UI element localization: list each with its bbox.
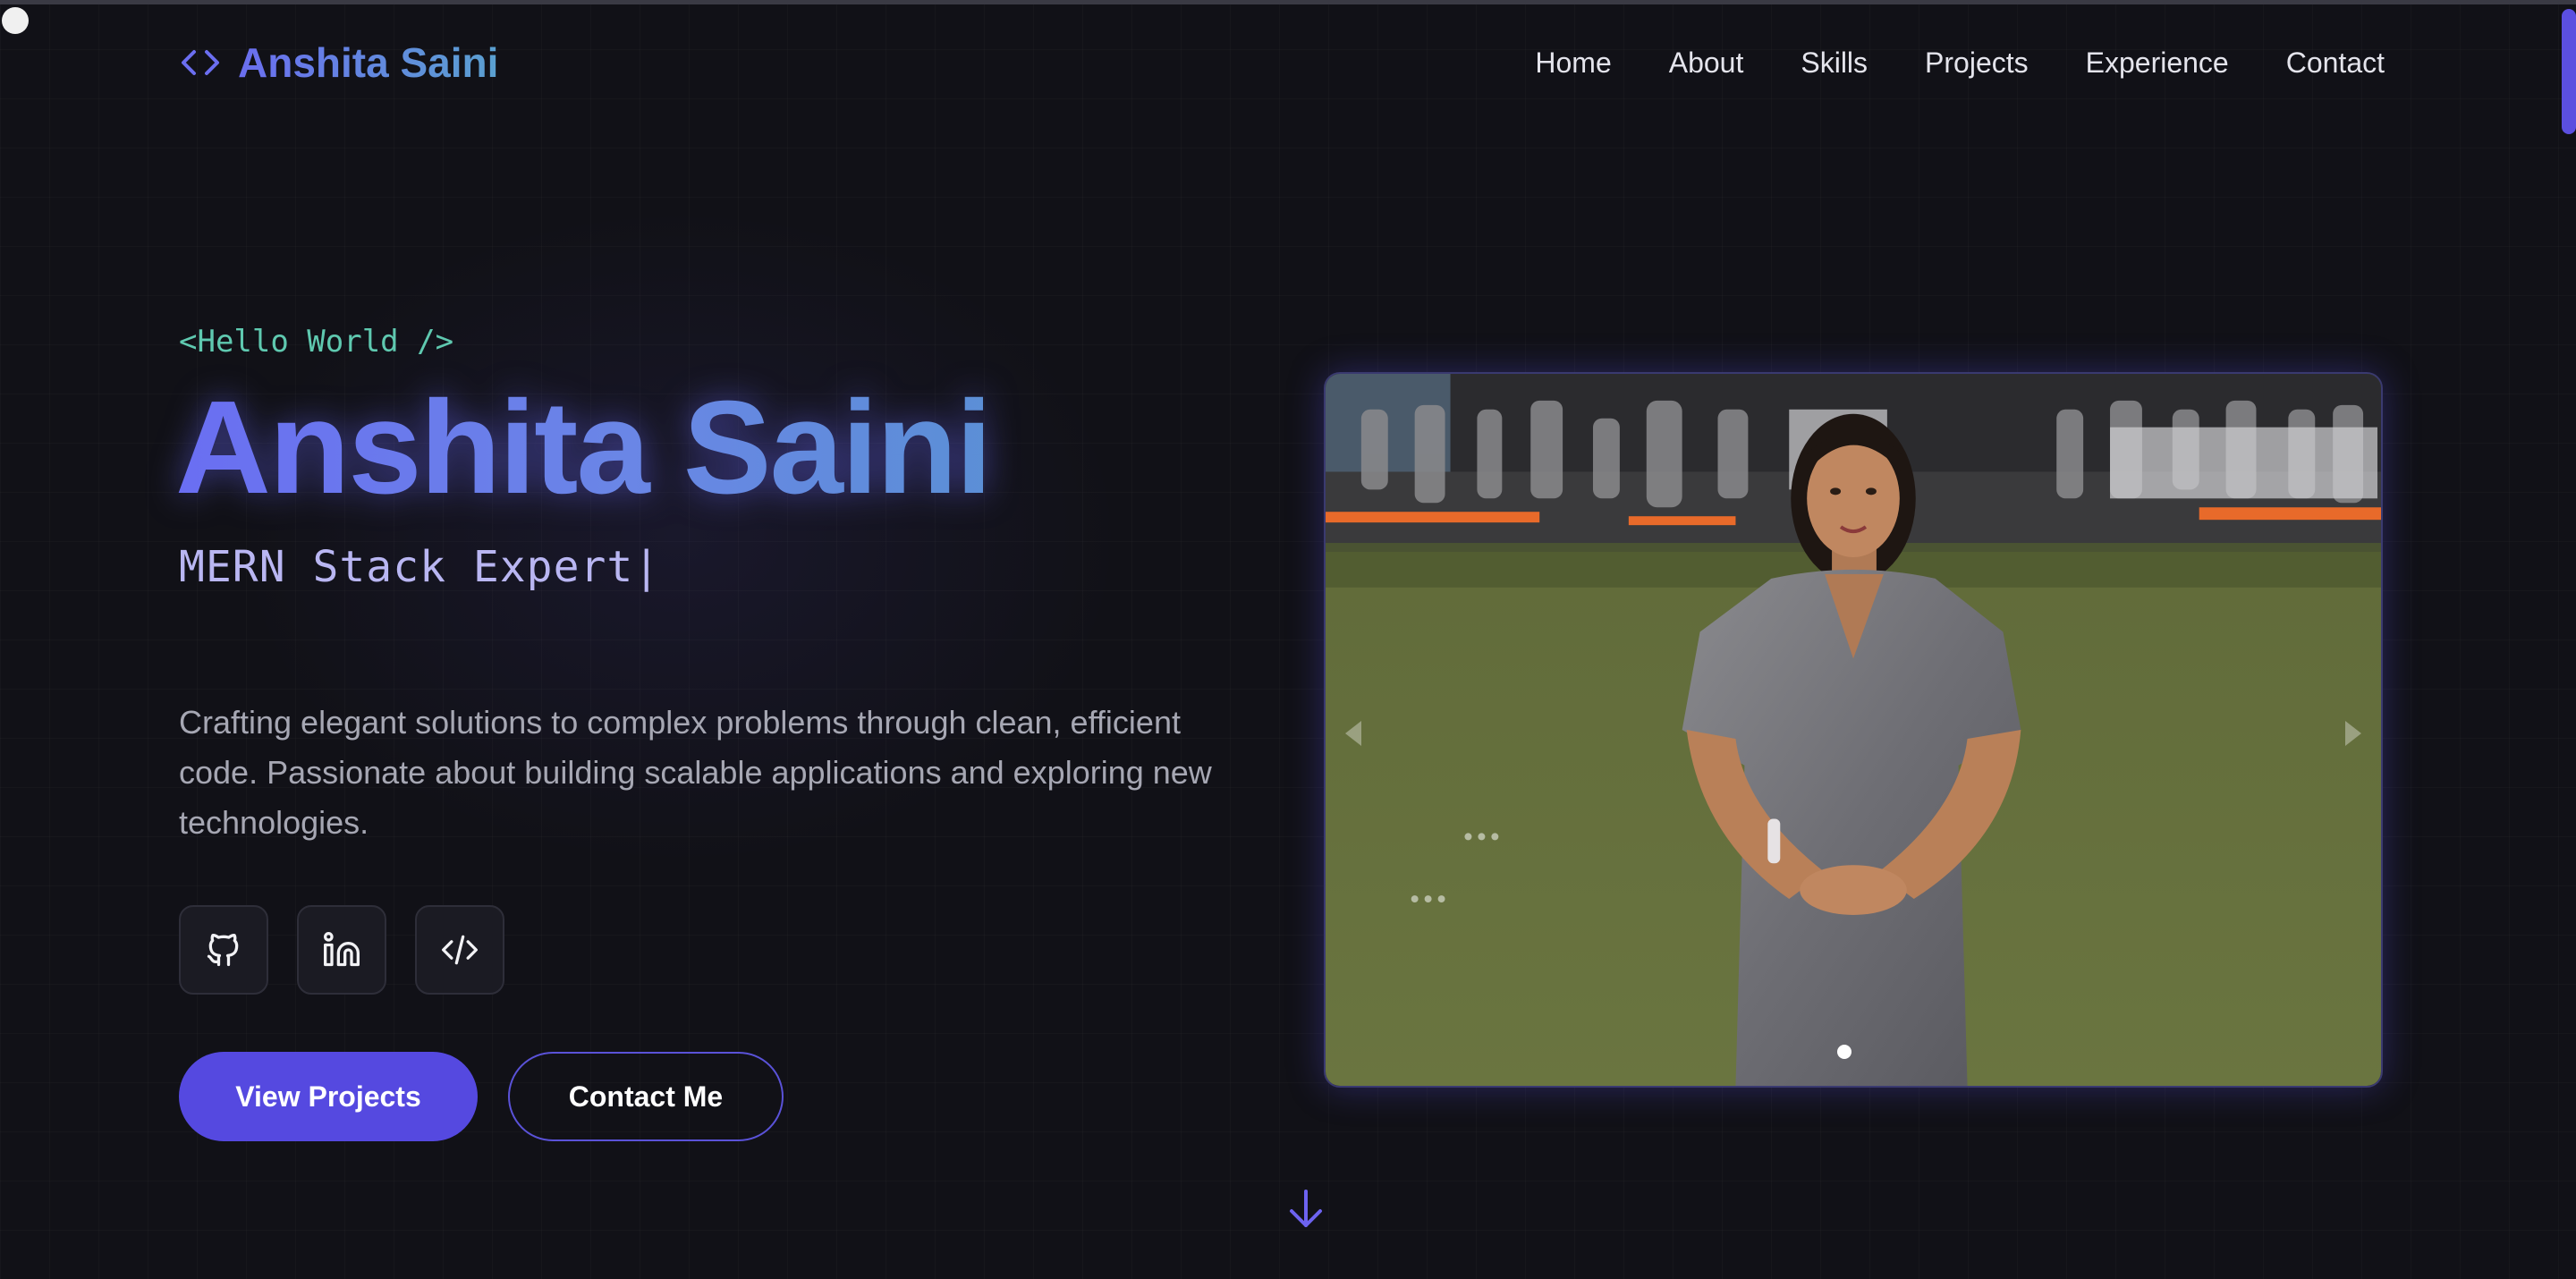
code-profile-button[interactable] [415, 905, 504, 995]
hero-actions: View Projects Contact Me [179, 1052, 784, 1141]
nav-experience[interactable]: Experience [2086, 47, 2229, 80]
nav-projects[interactable]: Projects [1925, 47, 2029, 80]
linkedin-icon [324, 932, 360, 967]
nav-home[interactable]: Home [1535, 47, 1611, 80]
hero-name: Anshita Saini [175, 374, 993, 521]
site-header: Anshita Saini Home About Skills Projects… [179, 34, 2385, 91]
carousel-next-arrow-icon[interactable] [2340, 717, 2367, 750]
hello-world-tag: <Hello World /> [179, 324, 454, 360]
scrollbar-thumb[interactable] [2562, 9, 2576, 134]
github-icon [207, 933, 239, 967]
carousel-dot[interactable] [1837, 1045, 1852, 1059]
hero-description: Crafting elegant solutions to complex pr… [179, 704, 1212, 841]
main-nav: Home About Skills Projects Experience Co… [1535, 47, 2385, 80]
code-brackets-icon [182, 50, 219, 75]
linkedin-button[interactable] [297, 905, 386, 995]
nav-about[interactable]: About [1669, 47, 1744, 80]
window-top-border [0, 0, 2576, 4]
cursor-follower-dot [2, 7, 29, 34]
nav-skills[interactable]: Skills [1801, 47, 1868, 80]
contact-me-button[interactable]: Contact Me [508, 1052, 784, 1141]
logo-text: Anshita Saini [238, 39, 499, 86]
social-links [179, 905, 504, 995]
view-projects-button[interactable]: View Projects [179, 1052, 478, 1141]
hero-role-typing: MERN Stack Expert| [179, 542, 661, 592]
github-button[interactable] [179, 905, 268, 995]
logo-link[interactable]: Anshita Saini [179, 38, 498, 87]
arrow-down-icon[interactable] [1281, 1186, 1331, 1232]
code-icon [442, 935, 478, 965]
profile-photo [1326, 374, 2381, 1086]
carousel-dots [1326, 1045, 2381, 1059]
carousel-prev-arrow-icon[interactable] [1340, 717, 1367, 750]
photo-carousel [1324, 372, 2383, 1088]
nav-contact[interactable]: Contact [2286, 47, 2385, 80]
